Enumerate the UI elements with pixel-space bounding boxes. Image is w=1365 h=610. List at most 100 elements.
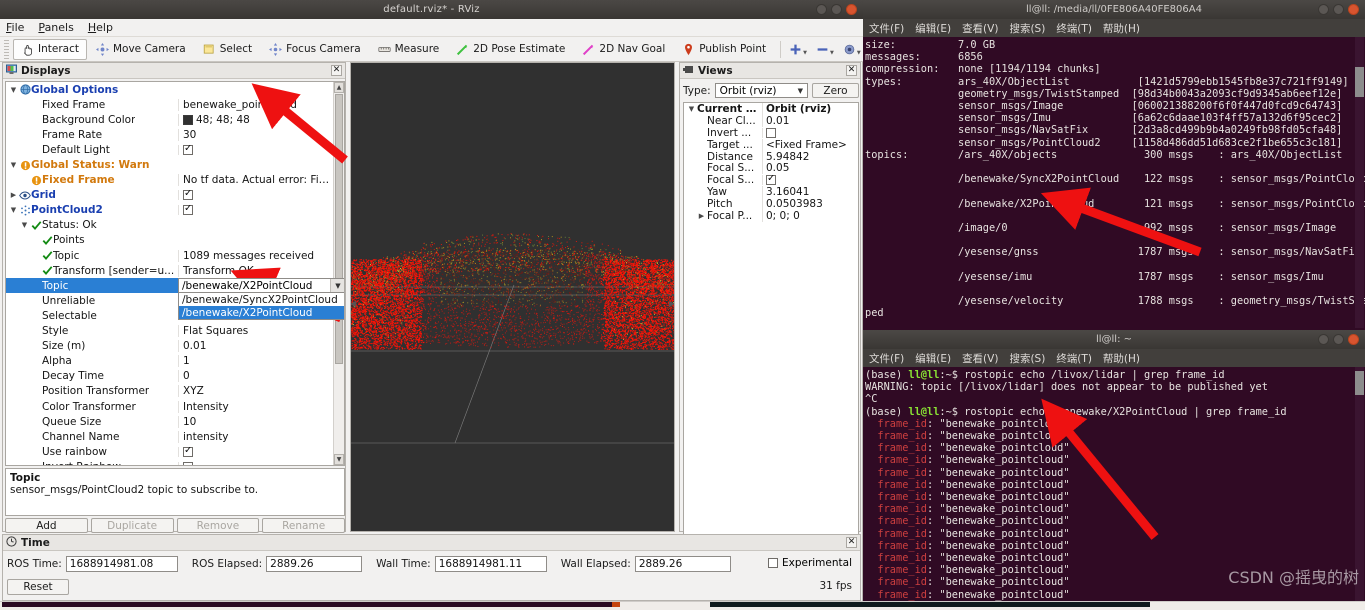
- menu-panels[interactable]: Panels: [38, 21, 73, 34]
- terminal-menu-item[interactable]: 搜索(S): [1009, 21, 1045, 36]
- displays-tree-row[interactable]: Alpha 1: [6, 354, 333, 369]
- views-value[interactable]: 0; 0; 0: [762, 210, 858, 222]
- topic-combo-option[interactable]: /benewake/SyncX2PointCloud: [179, 293, 345, 306]
- close-icon[interactable]: [846, 4, 857, 15]
- maximize-icon[interactable]: [1333, 4, 1344, 15]
- views-tree-row[interactable]: ▼ Current V... Orbit (rviz): [684, 103, 858, 115]
- time-field-input[interactable]: 1688914981.11: [435, 556, 547, 572]
- terminal-menu-item[interactable]: 查看(V): [962, 21, 998, 36]
- topic-combo-list[interactable]: /benewake/SyncX2PointCloud/benewake/X2Po…: [178, 293, 345, 320]
- views-tree-row[interactable]: Focal S... 0.05: [684, 162, 858, 174]
- displays-tree-row[interactable]: ▼ Global Options: [6, 82, 333, 97]
- displays-tree-row[interactable]: Position Transformer XYZ: [6, 384, 333, 399]
- chevron-right-icon[interactable]: ▶: [8, 191, 19, 199]
- displays-tree-row[interactable]: Decay Time 0: [6, 369, 333, 384]
- experimental-checkbox[interactable]: [768, 558, 778, 568]
- chevron-down-icon[interactable]: ▼: [8, 161, 19, 169]
- checkbox[interactable]: [183, 205, 193, 215]
- render-view-3d[interactable]: ◀ ▶: [350, 62, 675, 532]
- displays-close-icon[interactable]: ✕: [331, 65, 342, 76]
- time-field-input[interactable]: 2889.26: [266, 556, 362, 572]
- taskbar-window-2[interactable]: [612, 602, 620, 607]
- views-tree-row[interactable]: Target ... <Fixed Frame>: [684, 139, 858, 151]
- displays-tree-row[interactable]: Channel Name intensity: [6, 429, 333, 444]
- experimental-toggle[interactable]: Experimental: [768, 557, 852, 569]
- time-field-input[interactable]: 1688914981.08: [66, 556, 178, 572]
- checkbox[interactable]: [183, 190, 193, 200]
- plus-icon[interactable]: ▼: [789, 43, 807, 56]
- displays-tree-row[interactable]: Background Color 48; 48; 48: [6, 112, 333, 127]
- tree-value[interactable]: 1089 messages received: [178, 250, 333, 262]
- scrollbar-thumb[interactable]: [335, 94, 343, 364]
- minimize-icon[interactable]: [816, 4, 827, 15]
- taskbar-window-1[interactable]: [2, 602, 612, 607]
- tree-value[interactable]: [178, 190, 333, 200]
- toolbar-button-2d-nav-goal[interactable]: 2D Nav Goal: [574, 39, 673, 60]
- close-icon[interactable]: [1348, 4, 1359, 15]
- toolbar-button-2d-pose-estimate[interactable]: 2D Pose Estimate: [448, 39, 573, 60]
- views-value[interactable]: 0.0503983: [762, 198, 858, 210]
- tree-value[interactable]: 0: [178, 370, 333, 382]
- displays-tree-row[interactable]: Queue Size 10: [6, 414, 333, 429]
- checkbox[interactable]: [183, 447, 193, 457]
- displays-tree[interactable]: ▼ Global Options Fixed Frame benewake_point…: [5, 81, 345, 466]
- toolbar-button-publish-point[interactable]: Publish Point: [674, 39, 774, 60]
- tree-value[interactable]: 30: [178, 129, 333, 141]
- displays-tree-row[interactable]: Topic 1089 messages received: [6, 248, 333, 263]
- displays-tree-row[interactable]: Color Transformer Intensity: [6, 399, 333, 414]
- tree-value[interactable]: 0.01: [178, 340, 333, 352]
- chevron-down-icon[interactable]: ▼: [798, 87, 807, 95]
- terminal-menu-item[interactable]: 文件(F): [869, 21, 904, 36]
- tree-value[interactable]: 10: [178, 416, 333, 428]
- chevron-down-icon[interactable]: ▼: [330, 279, 345, 292]
- displays-tree-row[interactable]: ▶ Grid: [6, 188, 333, 203]
- views-value[interactable]: 0.05: [762, 162, 858, 174]
- tree-value[interactable]: 48; 48; 48: [178, 114, 333, 126]
- checkbox[interactable]: [766, 128, 776, 138]
- views-value[interactable]: Orbit (rviz): [762, 103, 858, 115]
- close-icon[interactable]: [1348, 334, 1359, 345]
- tree-value[interactable]: benewake_pointcloud: [178, 99, 333, 111]
- views-type-combo[interactable]: Orbit (rviz) ▼: [715, 83, 808, 98]
- views-tree-row[interactable]: Invert ...: [684, 127, 858, 139]
- tree-value[interactable]: [178, 145, 333, 155]
- displays-tree-row[interactable]: Points: [6, 233, 333, 248]
- views-close-icon[interactable]: ✕: [846, 65, 857, 76]
- terminal-menu-item[interactable]: 编辑(E): [915, 351, 951, 366]
- displays-tree-row[interactable]: Frame Rate 30: [6, 127, 333, 142]
- minus-icon[interactable]: ▼: [816, 43, 834, 56]
- terminal-menu-item[interactable]: 查看(V): [962, 351, 998, 366]
- tree-value[interactable]: XYZ: [178, 385, 333, 397]
- views-value[interactable]: 3.16041: [762, 186, 858, 198]
- zero-button[interactable]: Zero: [812, 83, 859, 98]
- terminal-menu-item[interactable]: 帮助(H): [1103, 21, 1140, 36]
- time-field-input[interactable]: 2889.26: [635, 556, 731, 572]
- chevron-down-icon[interactable]: ▼: [686, 105, 697, 113]
- displays-add-button[interactable]: Add: [5, 518, 88, 533]
- checkbox[interactable]: [183, 462, 193, 466]
- toolbar-button-interact[interactable]: Interact: [13, 39, 87, 60]
- toolbar-grip[interactable]: [4, 40, 9, 59]
- views-tree-row[interactable]: ▶ Focal P... 0; 0; 0: [684, 210, 858, 222]
- views-value[interactable]: 5.94842: [762, 151, 858, 163]
- chevron-down-icon[interactable]: ▼: [19, 221, 30, 229]
- terminal-menu-item[interactable]: 文件(F): [869, 351, 904, 366]
- taskbar-window-3[interactable]: [710, 602, 1150, 607]
- color-swatch[interactable]: [183, 115, 193, 125]
- checkbox[interactable]: [766, 175, 776, 185]
- displays-tree-row[interactable]: Fixed Frame benewake_pointcloud: [6, 97, 333, 112]
- terminal-menu-item[interactable]: 终端(T): [1056, 351, 1092, 366]
- displays-tree-row[interactable]: ▼ Status: Ok: [6, 218, 333, 233]
- tree-value[interactable]: Transform OK: [178, 265, 333, 277]
- terminal-top-scrollbar[interactable]: [1355, 37, 1364, 328]
- displays-tree-row[interactable]: Size (m) 0.01: [6, 339, 333, 354]
- scroll-up-icon[interactable]: ▲: [334, 82, 344, 93]
- reset-button[interactable]: Reset: [7, 579, 69, 595]
- views-tree-row[interactable]: Distance 5.94842: [684, 151, 858, 163]
- minimize-icon[interactable]: [1318, 4, 1329, 15]
- chevron-down-icon[interactable]: ▼: [8, 86, 19, 94]
- terminal-menu-item[interactable]: 搜索(S): [1009, 351, 1045, 366]
- terminal-menu-item[interactable]: 编辑(E): [915, 21, 951, 36]
- menu-help[interactable]: Help: [88, 21, 113, 34]
- views-tree-row[interactable]: Focal S...: [684, 174, 858, 186]
